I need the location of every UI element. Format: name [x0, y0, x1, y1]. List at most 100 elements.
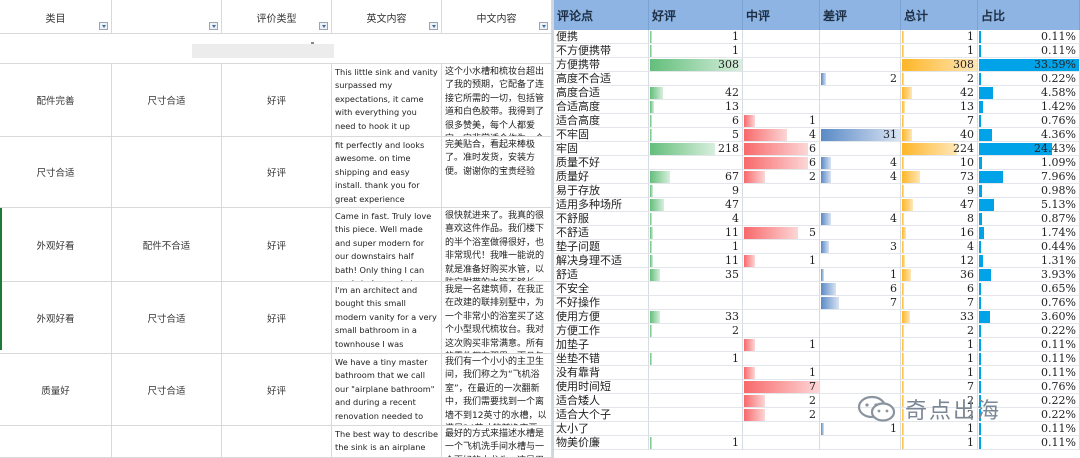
bad-count-cell[interactable]: 4 — [820, 170, 901, 184]
percent-cell[interactable]: 0.22% — [978, 324, 1080, 338]
chinese-content-cell[interactable]: 很快就进来了。我真的很喜欢这件作品。我们楼下的半个浴室做得很好，也非常现代！我唯… — [442, 208, 552, 282]
english-content-cell[interactable]: The best way to describe the sink is an … — [332, 426, 442, 458]
comment-point-cell[interactable]: 适合大个子 — [554, 408, 649, 422]
mid-count-cell[interactable]: 5 — [743, 226, 820, 240]
bad-count-cell[interactable] — [820, 100, 901, 114]
subcategory-cell[interactable]: 配件不合适 — [112, 208, 222, 282]
total-count-cell[interactable]: 2 — [901, 324, 978, 338]
category-cell[interactable]: 质量好 — [0, 354, 112, 426]
mid-count-cell[interactable]: 1 — [743, 366, 820, 380]
percent-cell[interactable]: 4.58% — [978, 86, 1080, 100]
total-count-cell[interactable]: 7 — [901, 114, 978, 128]
percent-cell[interactable]: 0.87% — [978, 212, 1080, 226]
good-count-cell[interactable] — [649, 338, 743, 352]
mid-count-cell[interactable] — [743, 198, 820, 212]
good-count-cell[interactable]: 35 — [649, 268, 743, 282]
comment-point-cell[interactable]: 解决身理不适 — [554, 254, 649, 268]
review-type-cell[interactable]: 好评 — [222, 354, 332, 426]
percent-cell[interactable]: 33.59% — [978, 58, 1080, 72]
mid-count-cell[interactable]: 1 — [743, 114, 820, 128]
good-count-cell[interactable]: 218 — [649, 142, 743, 156]
comment-point-cell[interactable]: 方便携带 — [554, 58, 649, 72]
bad-count-cell[interactable] — [820, 352, 901, 366]
mid-count-cell[interactable] — [743, 324, 820, 338]
english-content-cell[interactable]: Came in fast. Truly love this piece. Wel… — [332, 208, 442, 282]
bad-count-cell[interactable]: 3 — [820, 240, 901, 254]
review-type-cell[interactable]: 好评 — [222, 137, 332, 208]
percent-cell[interactable]: 1.42% — [978, 100, 1080, 114]
good-count-cell[interactable]: 5 — [649, 128, 743, 142]
english-content-cell[interactable]: This little sink and vanity surpassed my… — [332, 64, 442, 137]
total-count-cell[interactable]: 36 — [901, 268, 978, 282]
total-count-cell[interactable]: 4 — [901, 240, 978, 254]
mid-count-cell[interactable]: 6 — [743, 156, 820, 170]
bad-count-cell[interactable]: 4 — [820, 212, 901, 226]
mid-count-cell[interactable] — [743, 184, 820, 198]
good-count-cell[interactable] — [649, 296, 743, 310]
percent-cell[interactable]: 3.93% — [978, 268, 1080, 282]
percent-cell[interactable]: 0.11% — [978, 352, 1080, 366]
percent-cell[interactable]: 1.31% — [978, 254, 1080, 268]
filter-dropdown-icon[interactable] — [319, 22, 328, 30]
percent-cell[interactable]: 1.74% — [978, 226, 1080, 240]
percent-cell[interactable]: 0.44% — [978, 240, 1080, 254]
good-count-cell[interactable] — [649, 394, 743, 408]
comment-point-cell[interactable]: 不方便携带 — [554, 44, 649, 58]
comment-point-cell[interactable]: 质量不好 — [554, 156, 649, 170]
filter-dropdown-icon[interactable] — [99, 22, 108, 30]
mid-count-cell[interactable] — [743, 100, 820, 114]
review-type-cell[interactable]: 好评 — [222, 208, 332, 282]
total-count-cell[interactable]: 13 — [901, 100, 978, 114]
percent-cell[interactable]: 4.36% — [978, 128, 1080, 142]
good-count-cell[interactable] — [649, 422, 743, 436]
bad-count-cell[interactable]: 6 — [820, 282, 901, 296]
mid-count-cell[interactable]: 2 — [743, 394, 820, 408]
comment-point-cell[interactable]: 物美价廉 — [554, 436, 649, 450]
chinese-content-cell[interactable]: 完美贴合，看起来棒极了。准时发货，安装方便。谢谢你的宝贵经验 — [442, 137, 552, 208]
bad-count-cell[interactable] — [820, 338, 901, 352]
bad-count-cell[interactable] — [820, 226, 901, 240]
mid-count-cell[interactable] — [743, 58, 820, 72]
comment-point-cell[interactable]: 加垫子 — [554, 338, 649, 352]
total-count-cell[interactable]: 1 — [901, 44, 978, 58]
mid-count-cell[interactable] — [743, 268, 820, 282]
mid-count-cell[interactable] — [743, 44, 820, 58]
review-type-cell[interactable] — [222, 426, 332, 458]
good-count-cell[interactable]: 13 — [649, 100, 743, 114]
filter-dropdown-icon[interactable] — [429, 22, 438, 30]
chinese-content-cell[interactable]: 这个小水槽和梳妆台超出了我的预期，它配备了连接它所需的一切，包括管道和白色胶带。… — [442, 64, 552, 137]
comment-point-cell[interactable]: 不安全 — [554, 282, 649, 296]
comment-point-cell[interactable]: 不舒适 — [554, 226, 649, 240]
total-header[interactable]: 总计 — [901, 0, 978, 30]
good-count-cell[interactable]: 6 — [649, 114, 743, 128]
comment-point-cell[interactable]: 方便工作 — [554, 324, 649, 338]
comment-point-cell[interactable]: 易于存放 — [554, 184, 649, 198]
percent-cell[interactable]: 0.98% — [978, 184, 1080, 198]
bad-count-cell[interactable] — [820, 142, 901, 156]
good-count-cell[interactable] — [649, 408, 743, 422]
mid-count-cell[interactable] — [743, 72, 820, 86]
mid-count-cell[interactable] — [743, 436, 820, 450]
good-count-cell[interactable]: 67 — [649, 170, 743, 184]
good-count-cell[interactable]: 1 — [649, 352, 743, 366]
comment-point-cell[interactable]: 使用时间短 — [554, 380, 649, 394]
good-count-cell[interactable]: 9 — [649, 184, 743, 198]
percent-cell[interactable]: 3.60% — [978, 310, 1080, 324]
chinese-content-cell[interactable]: 我是一名建筑师，在我正在改建的联排别墅中，为一个非常小的浴室买了这个小型现代梳妆… — [442, 282, 552, 354]
mid-count-cell[interactable] — [743, 310, 820, 324]
total-count-cell[interactable]: 73 — [901, 170, 978, 184]
percent-cell[interactable]: 0.11% — [978, 366, 1080, 380]
bad-count-cell[interactable] — [820, 30, 901, 44]
percent-cell[interactable]: 5.13% — [978, 198, 1080, 212]
percent-cell[interactable]: 24.43% — [978, 142, 1080, 156]
percent-cell[interactable]: 0.11% — [978, 44, 1080, 58]
bad-count-cell[interactable]: 2 — [820, 72, 901, 86]
comment-point-cell[interactable]: 牢固 — [554, 142, 649, 156]
total-count-cell[interactable]: 6 — [901, 282, 978, 296]
mid-count-cell[interactable]: 2 — [743, 170, 820, 184]
comment-point-cell[interactable]: 便携 — [554, 30, 649, 44]
good-count-cell[interactable] — [649, 72, 743, 86]
bad-count-cell[interactable] — [820, 436, 901, 450]
percent-cell[interactable]: 0.11% — [978, 338, 1080, 352]
total-count-cell[interactable]: 1 — [901, 366, 978, 380]
